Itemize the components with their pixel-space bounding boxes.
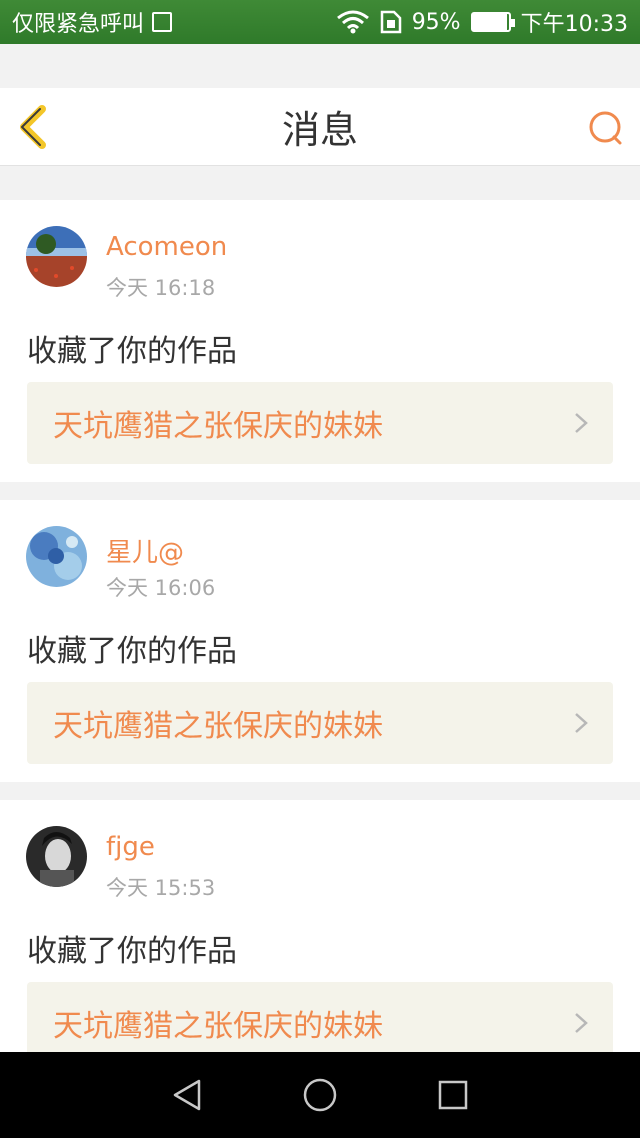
avatar[interactable] <box>26 526 87 587</box>
circle-home-icon <box>303 1078 337 1112</box>
username[interactable]: fjge <box>106 832 155 862</box>
system-nav-bar <box>0 1052 640 1138</box>
work-title: 天坑鹰猎之张保庆的妹妹 <box>53 1009 383 1044</box>
avatar[interactable] <box>26 226 87 287</box>
username[interactable]: 星儿@ <box>106 532 184 569</box>
message-card: fjge 今天 15:53 收藏了你的作品 天坑鹰猎之张保庆的妹妹 <box>0 800 640 1064</box>
chevron-right-icon <box>575 413 588 433</box>
blue-abstract-avatar-icon <box>26 526 87 587</box>
message-card: 星儿@ 今天 16:06 收藏了你的作品 天坑鹰猎之张保庆的妹妹 <box>0 500 640 782</box>
status-right: 95% 下午10:33 <box>336 6 628 38</box>
battery-fill <box>472 14 507 30</box>
screenshot-icon <box>152 12 173 32</box>
nav-recents-button[interactable] <box>433 1075 473 1115</box>
work-link[interactable]: 天坑鹰猎之张保庆的妹妹 <box>27 682 613 764</box>
nav-back-button[interactable] <box>167 1075 207 1115</box>
back-button[interactable] <box>14 105 54 149</box>
carrier-text: 仅限紧急呼叫 <box>12 12 145 37</box>
square-recents-icon <box>439 1080 468 1110</box>
search-button[interactable] <box>586 108 626 148</box>
timestamp: 今天 15:53 <box>106 876 216 900</box>
message-card: Acomeon 今天 16:18 收藏了你的作品 天坑鹰猎之张保庆的妹妹 <box>0 200 640 482</box>
clock-time: 下午10:33 <box>520 12 628 37</box>
portrait-avatar-icon <box>26 826 87 887</box>
sim-card-icon <box>380 10 401 34</box>
page-title: 消息 <box>281 108 358 152</box>
action-text: 收藏了你的作品 <box>27 934 237 969</box>
work-link[interactable]: 天坑鹰猎之张保庆的妹妹 <box>27 382 613 464</box>
action-text: 收藏了你的作品 <box>27 634 237 669</box>
work-title: 天坑鹰猎之张保庆的妹妹 <box>53 409 383 444</box>
timestamp: 今天 16:18 <box>106 276 216 300</box>
chevron-right-icon <box>575 713 588 733</box>
landscape-avatar-icon <box>26 226 87 287</box>
nav-home-button[interactable] <box>300 1075 340 1115</box>
avatar[interactable] <box>26 826 87 887</box>
search-icon <box>589 111 622 145</box>
work-title: 天坑鹰猎之张保庆的妹妹 <box>53 709 383 744</box>
status-bar: 仅限紧急呼叫 95% 下午10:33 <box>0 0 640 44</box>
battery-percent: 95% <box>411 9 461 35</box>
header: 消息 <box>0 88 640 166</box>
chevron-right-icon <box>575 1013 588 1033</box>
username[interactable]: Acomeon <box>106 232 227 262</box>
action-text: 收藏了你的作品 <box>27 334 237 369</box>
triangle-back-icon <box>173 1079 200 1111</box>
battery-icon <box>470 12 515 32</box>
back-chevron-icon <box>20 105 46 149</box>
status-left: 仅限紧急呼叫 <box>12 6 173 38</box>
wifi-icon <box>336 10 369 34</box>
timestamp: 今天 16:06 <box>106 576 216 600</box>
